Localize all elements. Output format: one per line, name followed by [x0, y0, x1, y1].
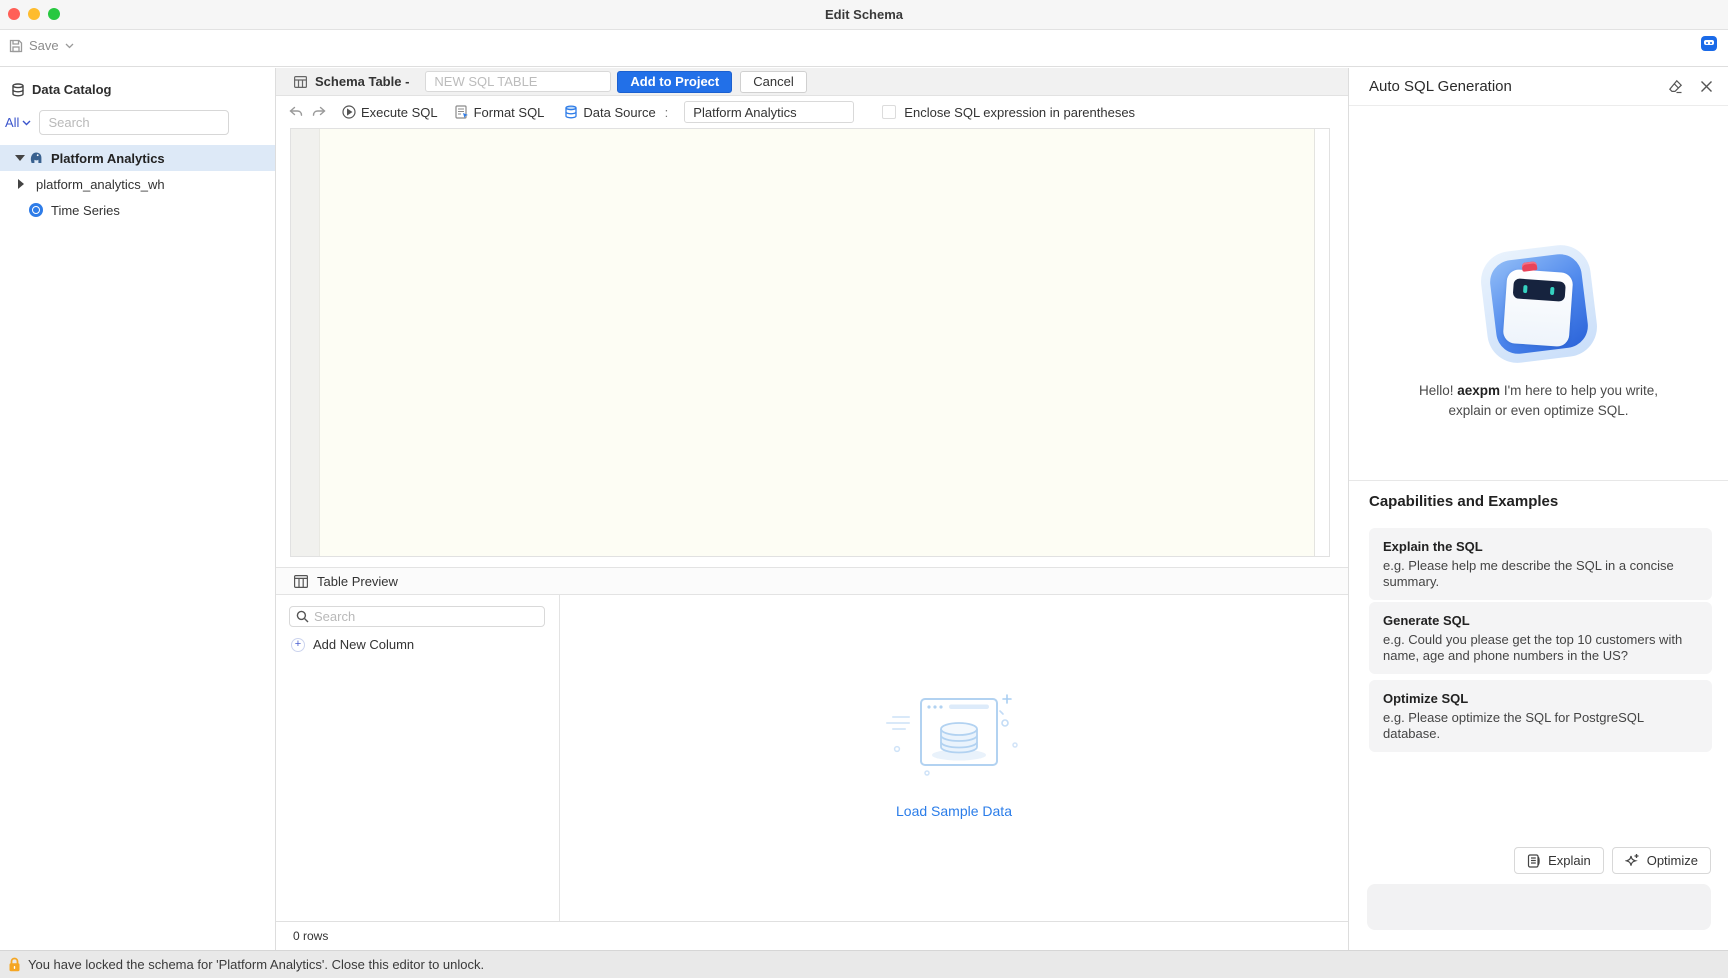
load-sample-data-link[interactable]: Load Sample Data	[896, 803, 1012, 819]
tree-item-time-series[interactable]: Time Series	[0, 197, 275, 223]
save-chevron-down-icon	[65, 43, 74, 49]
row-count: 0 rows	[293, 929, 328, 943]
data-source-db-icon	[564, 105, 578, 119]
column-search-input[interactable]	[289, 606, 545, 627]
database-stack-icon	[11, 83, 25, 97]
add-to-project-button[interactable]: Add to Project	[617, 71, 732, 93]
tree-item-platform-analytics[interactable]: Platform Analytics	[0, 145, 275, 171]
auto-sql-panel: Auto SQL Generation Hello! aexpm I'm her…	[1348, 68, 1728, 950]
cancel-button[interactable]: Cancel	[740, 71, 806, 93]
assistant-robot-illustration	[1474, 246, 1604, 366]
format-document-icon	[455, 105, 469, 119]
app-toolbar: Save	[0, 30, 1728, 67]
catalog-title: Data Catalog	[32, 82, 111, 97]
caret-down-icon[interactable]	[14, 155, 26, 161]
format-sql-button[interactable]: Format SQL	[455, 105, 545, 120]
assistant-greeting: Hello! aexpm I'm here to help you write,…	[1349, 381, 1728, 421]
editor-gutter	[291, 129, 320, 556]
table-preview-body: + Add New Column Loa	[276, 595, 1348, 921]
titlebar: Edit Schema	[0, 0, 1728, 30]
ai-assistant-toggle-icon[interactable]	[1701, 36, 1717, 51]
execute-sql-button[interactable]: Execute SQL	[342, 105, 438, 120]
clear-eraser-icon[interactable]	[1668, 79, 1683, 94]
table-preview-title: Table Preview	[317, 574, 398, 589]
load-sample-data-illustration	[879, 689, 1029, 793]
catalog-header: Data Catalog	[11, 82, 275, 97]
parentheses-checkbox[interactable]	[882, 105, 896, 119]
explain-button[interactable]: Explain	[1514, 847, 1604, 874]
panel-divider	[1349, 480, 1728, 481]
panel-title: Auto SQL Generation	[1369, 78, 1512, 95]
search-icon	[296, 610, 309, 623]
data-source-selector[interactable]: Data Source :	[564, 105, 668, 120]
data-catalog-sidebar: Data Catalog All Platform Analytics plat…	[0, 68, 276, 950]
tree-item-platform-analytics-wh[interactable]: platform_analytics_wh	[0, 171, 275, 197]
parentheses-checkbox-label: Enclose SQL expression in parentheses	[904, 105, 1135, 120]
catalog-search-input[interactable]	[39, 110, 229, 135]
sql-toolbar: Execute SQL Format SQL Data Source : Enc…	[276, 96, 1348, 128]
close-panel-icon[interactable]	[1700, 80, 1713, 93]
assistant-input[interactable]	[1367, 884, 1711, 930]
row-count-bar: 0 rows	[276, 921, 1348, 950]
schema-table-title: Schema Table -	[315, 74, 409, 89]
catalog-tree: Platform Analytics platform_analytics_wh…	[0, 145, 275, 223]
editor-text-surface[interactable]	[321, 129, 1313, 556]
editor-scrollbar[interactable]	[1314, 129, 1329, 556]
table-grid-icon	[294, 76, 307, 88]
table-preview-icon	[294, 575, 308, 588]
time-series-icon	[29, 203, 43, 217]
main-editor-area: Schema Table - Add to Project Cancel Exe…	[276, 68, 1348, 950]
window-title: Edit Schema	[0, 7, 1728, 22]
catalog-filter-dropdown[interactable]: All	[5, 115, 31, 130]
postgres-elephant-icon	[29, 151, 43, 165]
status-message: You have locked the schema for 'Platform…	[28, 957, 484, 972]
add-new-column-button[interactable]: + Add New Column	[291, 637, 559, 652]
column-list-panel: + Add New Column	[276, 595, 560, 921]
sparkles-icon	[1625, 853, 1640, 868]
sql-editor[interactable]	[290, 128, 1330, 557]
sample-data-area: Load Sample Data	[560, 591, 1348, 917]
redo-button[interactable]	[312, 106, 326, 119]
table-name-input[interactable]	[425, 71, 611, 92]
caret-right-icon[interactable]	[18, 179, 24, 189]
lock-icon	[8, 957, 21, 972]
capability-card-explain[interactable]: Explain the SQL e.g. Please help me desc…	[1369, 528, 1712, 600]
save-label: Save	[29, 38, 59, 53]
chevron-down-icon	[22, 120, 31, 126]
save-button[interactable]: Save	[9, 38, 74, 53]
undo-button[interactable]	[289, 106, 303, 119]
optimize-button[interactable]: Optimize	[1612, 847, 1711, 874]
schema-table-header: Schema Table - Add to Project Cancel	[276, 68, 1348, 96]
plus-circle-icon: +	[291, 638, 305, 652]
capabilities-title: Capabilities and Examples	[1369, 493, 1558, 510]
save-icon	[9, 39, 23, 53]
data-source-input[interactable]	[684, 101, 854, 123]
status-bar: You have locked the schema for 'Platform…	[0, 950, 1728, 978]
capability-card-generate[interactable]: Generate SQL e.g. Could you please get t…	[1369, 602, 1712, 674]
document-lines-icon	[1527, 854, 1541, 868]
play-circle-icon	[342, 105, 356, 119]
capability-card-optimize[interactable]: Optimize SQL e.g. Please optimize the SQ…	[1369, 680, 1712, 752]
